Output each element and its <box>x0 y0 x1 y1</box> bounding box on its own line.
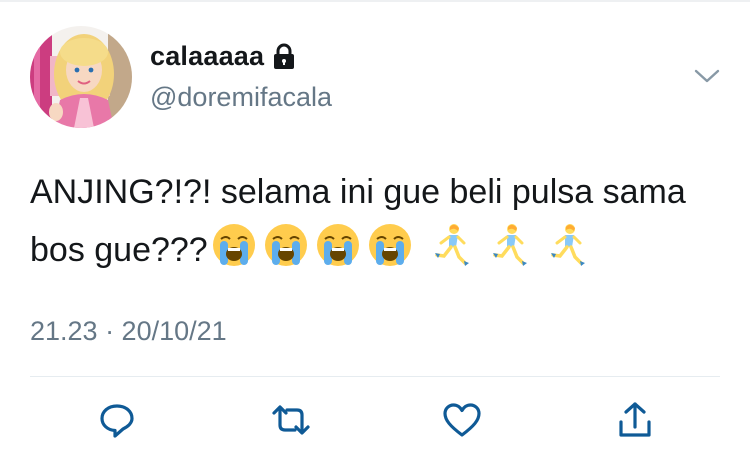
reply-icon <box>100 404 134 438</box>
display-name[interactable]: calaaaaa <box>150 41 296 72</box>
divider <box>30 376 720 377</box>
loudly-crying-face-icon <box>366 221 414 269</box>
lock-icon <box>272 43 296 71</box>
timestamp[interactable]: 21.23 · 20/10/21 <box>30 316 227 347</box>
share-button[interactable] <box>613 398 657 442</box>
handle[interactable]: @doremifacala <box>150 82 332 113</box>
loudly-crying-face-icon <box>314 221 362 269</box>
top-border <box>0 0 750 2</box>
reply-button[interactable] <box>95 398 139 442</box>
woman-running-icon <box>548 223 588 267</box>
chevron-down-icon[interactable] <box>692 64 722 88</box>
woman-running-icon <box>432 223 472 267</box>
tweet-body: ANJING?!?! selama ini gue beli pulsa sam… <box>30 164 730 279</box>
woman-running-icon <box>490 223 530 267</box>
like-icon <box>443 403 481 437</box>
like-button[interactable] <box>440 398 484 442</box>
retweet-button[interactable] <box>269 398 313 442</box>
display-name-text[interactable]: calaaaaa <box>150 41 264 72</box>
loudly-crying-face-icon <box>262 221 310 269</box>
loudly-crying-face-icon <box>210 221 258 269</box>
retweet-icon <box>272 405 310 435</box>
share-icon <box>619 402 651 437</box>
avatar[interactable] <box>30 26 132 128</box>
emoji-row <box>210 221 588 269</box>
